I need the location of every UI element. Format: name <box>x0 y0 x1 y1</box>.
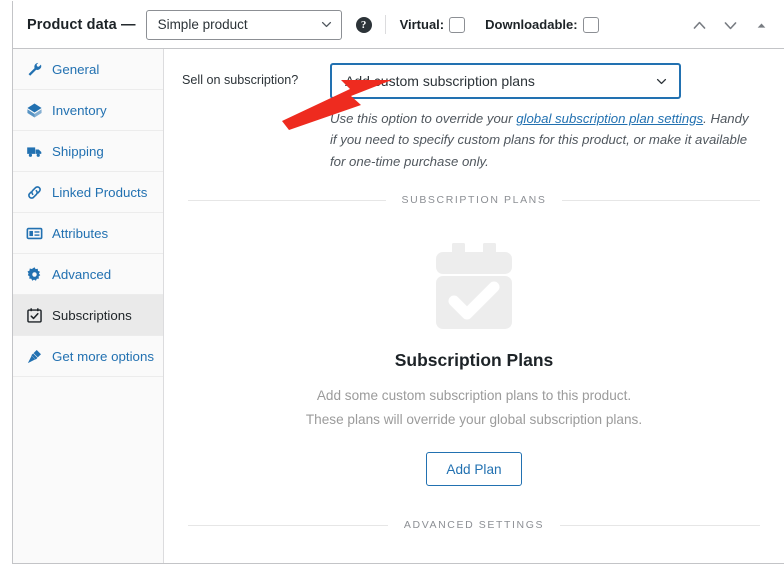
page-title: Product data — <box>27 16 136 33</box>
sidebar-item-label: Subscriptions <box>52 307 132 323</box>
sidebar-item-subscriptions[interactable]: Subscriptions <box>13 295 163 336</box>
empty-state-title: Subscription Plans <box>394 350 554 371</box>
product-data-metabox-screen: Product data — Simple product ? Virtual:… <box>0 0 784 564</box>
divider-line-right <box>562 199 761 201</box>
subscription-plans-section-header: SUBSCRIPTION PLANS <box>164 194 784 206</box>
section-label: ADVANCED SETTINGS <box>403 519 545 532</box>
virtual-checkbox[interactable] <box>449 16 466 33</box>
sidebar-item-label: Linked Products <box>52 184 148 200</box>
box-icon <box>27 102 42 118</box>
plug-icon <box>27 349 41 363</box>
chevron-down-icon <box>321 21 331 28</box>
divider-line-right <box>560 524 761 526</box>
empty-state-line-1: Add some custom subscription plans to th… <box>316 388 632 404</box>
move-up-icon[interactable] <box>691 17 708 34</box>
sidebar-item-label: Shipping <box>52 143 104 159</box>
divider-line-left <box>188 199 386 201</box>
sidebar-item-label: General <box>52 61 100 77</box>
sell-on-subscription-row: Sell on subscription? Add custom subscri… <box>164 63 784 172</box>
sidebar-item-label: Inventory <box>52 102 107 118</box>
subscriptions-panel: Sell on subscription? Add custom subscri… <box>164 49 784 563</box>
divider-line-left <box>188 524 388 526</box>
gear-icon <box>27 266 41 281</box>
move-down-icon[interactable] <box>722 17 739 34</box>
link-icon <box>28 185 41 199</box>
sell-on-subscription-label: Sell on subscription? <box>182 73 299 87</box>
subscription-mode-select[interactable]: Add custom subscription plans <box>330 63 681 99</box>
wrench-icon <box>28 62 42 76</box>
add-plan-button[interactable]: Add Plan <box>426 452 522 487</box>
product-data-tabs: General Inventory Shipping Linked Produc… <box>13 49 164 563</box>
advanced-settings-section-header: ADVANCED SETTINGS <box>164 519 784 531</box>
sidebar-item-inventory[interactable]: Inventory <box>13 90 163 131</box>
metabox-header-actions <box>691 1 770 49</box>
subscription-mode-value: Add custom subscription plans <box>345 73 535 89</box>
downloadable-label: Downloadable: <box>485 17 578 32</box>
toggle-panel-icon[interactable] <box>753 17 770 34</box>
downloadable-checkbox[interactable] <box>582 16 599 33</box>
metabox-body: General Inventory Shipping Linked Produc… <box>13 49 784 563</box>
sidebar-item-linked-products[interactable]: Linked Products <box>13 172 163 213</box>
truck-icon <box>27 146 42 157</box>
sidebar-item-advanced[interactable]: Advanced <box>13 254 163 295</box>
product-type-value: Simple product <box>157 17 248 32</box>
calendar-check-icon <box>27 307 42 323</box>
sidebar-item-attributes[interactable]: Attributes <box>13 213 163 254</box>
global-subscription-plan-settings-link[interactable]: global subscription plan settings <box>516 111 703 126</box>
description-text-before: Use this option to override your <box>330 111 517 126</box>
field-description: Use this option to override your global … <box>330 108 750 172</box>
sidebar-item-general[interactable]: General <box>13 49 163 90</box>
subscription-plans-empty-state: Subscription Plans Add some custom subsc… <box>164 242 784 487</box>
sidebar-item-label: Advanced <box>52 266 112 282</box>
metabox-header: Product data — Simple product ? Virtual:… <box>13 1 784 49</box>
calendar-check-illustration <box>436 243 512 330</box>
virtual-label: Virtual: <box>399 17 445 32</box>
help-circle-icon[interactable]: ? <box>355 16 372 33</box>
sidebar-item-shipping[interactable]: Shipping <box>13 131 163 172</box>
product-type-select[interactable]: Simple product <box>145 9 342 40</box>
sidebar-item-get-more-options[interactable]: Get more options <box>13 336 163 377</box>
empty-state-line-2: These plans will override your global su… <box>305 412 643 428</box>
sidebar-item-label: Get more options <box>52 348 154 364</box>
header-divider <box>384 15 386 34</box>
section-label: SUBSCRIPTION PLANS <box>401 194 547 207</box>
chevron-down-icon <box>656 78 667 84</box>
sidebar-item-label: Attributes <box>52 225 109 241</box>
virtual-field: Virtual: <box>399 16 466 33</box>
form-card-icon <box>26 227 43 239</box>
product-data-metabox: Product data — Simple product ? Virtual:… <box>12 1 784 564</box>
downloadable-field: Downloadable: <box>485 16 599 33</box>
